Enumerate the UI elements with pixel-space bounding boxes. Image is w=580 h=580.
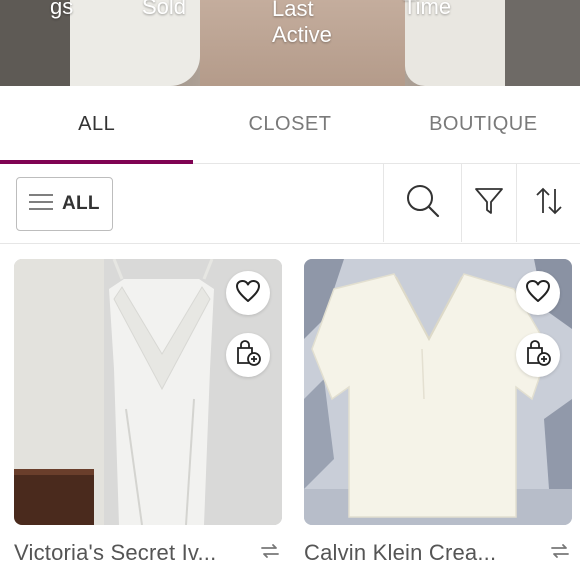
add-to-bundle-button[interactable] xyxy=(226,333,270,377)
sort-icon xyxy=(533,185,565,222)
search-icon xyxy=(405,183,441,224)
category-filter-button[interactable]: ALL xyxy=(16,177,113,231)
shopping-bag-plus-icon xyxy=(524,339,552,372)
stat-last-active-label: Last Active xyxy=(272,0,332,47)
share-icon[interactable] xyxy=(548,539,572,568)
listing-title[interactable]: Victoria's Secret Iv... xyxy=(14,540,216,566)
shopping-bag-plus-icon xyxy=(234,339,262,372)
filter-icon xyxy=(473,185,505,222)
tab-boutique[interactable]: BOUTIQUE xyxy=(387,86,580,163)
listing-photo[interactable] xyxy=(304,259,572,525)
profile-cover-photo: gs Sold Last Active Time xyxy=(0,0,580,86)
listing-card[interactable]: Calvin Klein Crea... xyxy=(304,259,572,565)
listing-title-row: Calvin Klein Crea... xyxy=(304,538,572,568)
share-icon[interactable] xyxy=(258,539,282,568)
sort-button[interactable] xyxy=(516,164,580,242)
like-button[interactable] xyxy=(516,271,560,315)
stat-sold-label: Sold xyxy=(142,0,187,19)
add-to-bundle-button[interactable] xyxy=(516,333,560,377)
heart-icon xyxy=(525,279,551,308)
tab-closet[interactable]: CLOSET xyxy=(193,86,386,163)
stat-time-label: Time xyxy=(403,0,452,19)
stat-listings-label: gs xyxy=(50,0,74,19)
heart-icon xyxy=(235,279,261,308)
search-button[interactable] xyxy=(383,164,461,242)
filter-toolbar: ALL xyxy=(0,164,580,244)
like-button[interactable] xyxy=(226,271,270,315)
cover-photo-background-right xyxy=(505,0,580,86)
listing-card[interactable]: Victoria's Secret Iv... xyxy=(14,259,282,565)
menu-icon xyxy=(29,192,53,217)
closet-tabs: ALL CLOSET BOUTIQUE xyxy=(0,86,580,164)
listing-title[interactable]: Calvin Klein Crea... xyxy=(304,540,496,566)
category-filter-label: ALL xyxy=(62,193,100,214)
tab-all[interactable]: ALL xyxy=(0,86,194,164)
listing-photo[interactable] xyxy=(14,259,282,525)
filter-button[interactable] xyxy=(461,164,516,242)
listing-title-row: Victoria's Secret Iv... xyxy=(14,538,282,568)
